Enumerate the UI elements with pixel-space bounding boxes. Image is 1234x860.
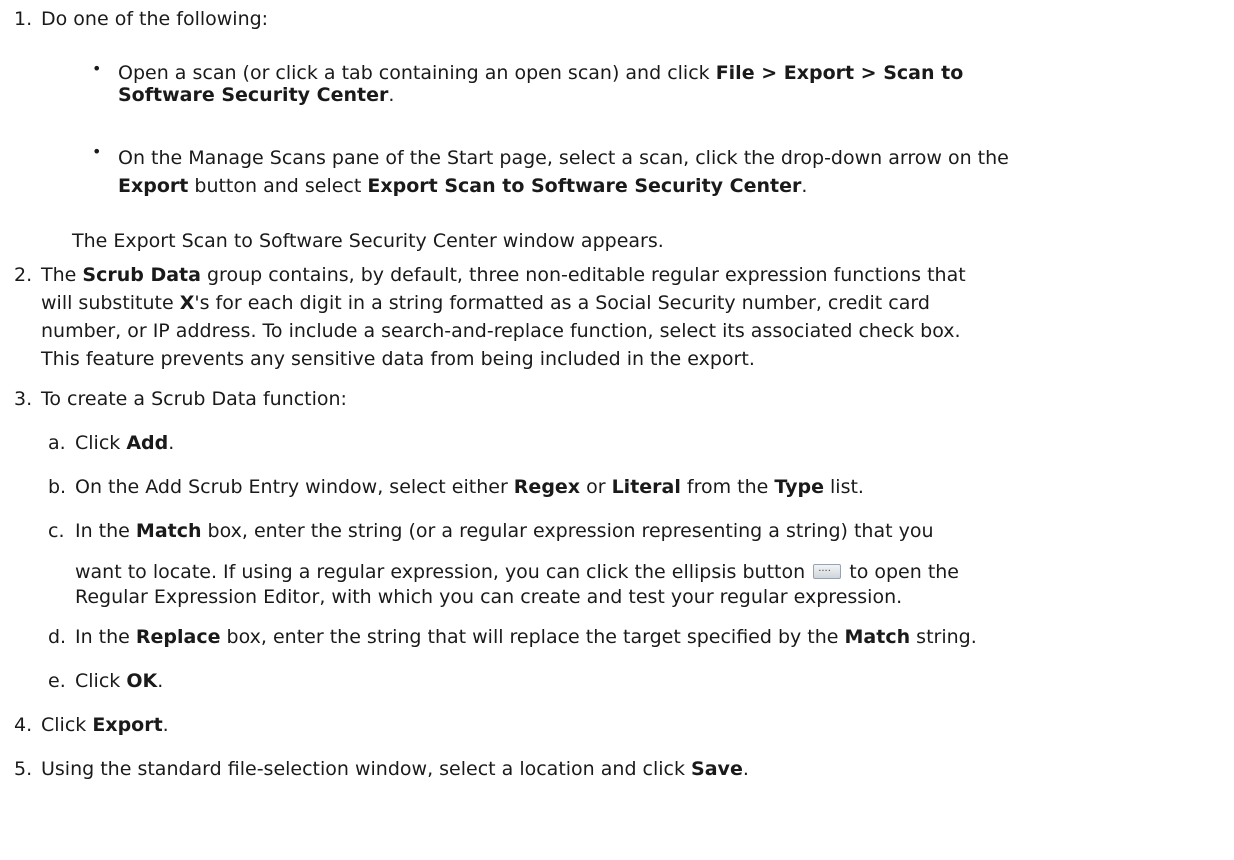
step-text: The Scrub Data group contains, by defaul… (41, 264, 966, 286)
step-text: will substitute X's for each digit in a … (41, 292, 930, 314)
step-text: This feature prevents any sensitive data… (41, 348, 755, 370)
step-number: 4. (14, 714, 33, 736)
step-number: 5. (14, 758, 33, 780)
substep-text: In the Match box, enter the string (or a… (75, 520, 934, 542)
bullet-icon: • (92, 59, 102, 78)
step-number: 1. (14, 8, 33, 30)
bullet-icon: • (92, 142, 102, 161)
step-text: To create a Scrub Data function: (41, 388, 347, 410)
step-text: Do one of the following: (41, 8, 269, 30)
substep-text: Click OK. (75, 670, 164, 692)
substep-letter: b. (48, 476, 67, 498)
step-text: number, or IP address. To include a sear… (41, 320, 961, 342)
substep-letter: d. (48, 626, 67, 648)
bullet-line: Software Security Center. (118, 84, 395, 106)
substep-text: On the Add Scrub Entry window, select ei… (75, 476, 864, 498)
step-text: Click Export. (41, 714, 169, 736)
bullet-line: On the Manage Scans pane of the Start pa… (118, 147, 1009, 169)
substep-letter: c. (48, 520, 65, 542)
step-number: 3. (14, 388, 33, 410)
substep-text: want to locate. If using a regular expre… (75, 558, 959, 583)
step-number: 2. (14, 264, 33, 286)
document-page: 1. Do one of the following: • Open a sca… (0, 0, 1234, 860)
substep-text: In the Replace box, enter the string tha… (75, 626, 977, 648)
substep-text: Click Add. (75, 432, 175, 454)
step-text: Using the standard file-selection window… (41, 758, 749, 780)
substep-letter: a. (48, 432, 66, 454)
bullet-line: Export button and select Export Scan to … (118, 175, 808, 197)
bullet-line: Open a scan (or click a tab containing a… (118, 62, 964, 84)
substep-letter: e. (48, 670, 66, 692)
ellipsis-button-icon (813, 558, 842, 580)
step-result: The Export Scan to Software Security Cen… (72, 230, 664, 252)
substep-text: Regular Expression Editor, with which yo… (75, 586, 903, 608)
